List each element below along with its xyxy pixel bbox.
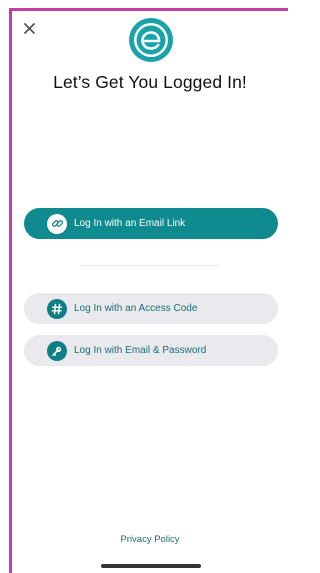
link-icon [51,220,63,227]
app-logo [128,17,174,63]
e-logo-icon [129,18,173,62]
hash-icon-badge [47,298,67,319]
privacy-policy-link[interactable]: Privacy Policy [12,534,288,545]
link-icon-badge [47,213,67,234]
frame-border-top [9,8,288,11]
login-screen: Let’s Get You Logged In! Log In with an … [0,0,288,573]
close-icon [24,23,35,34]
email-link-login-label: Log In with an Email Link [74,218,186,229]
page-title: Let’s Get You Logged In! [53,72,247,92]
access-code-login-button[interactable]: Log In with an Access Code [24,293,278,324]
section-divider [80,265,220,266]
email-password-login-button[interactable]: Log In with Email & Password [24,335,278,366]
key-icon-badge [47,340,67,361]
email-password-login-label: Log In with Email & Password [74,345,207,356]
access-code-login-label: Log In with an Access Code [74,303,198,314]
home-indicator[interactable] [101,564,201,568]
email-link-login-button[interactable]: Log In with an Email Link [24,208,278,239]
close-button[interactable] [20,18,42,40]
key-icon [52,346,62,356]
hash-icon [51,303,63,314]
